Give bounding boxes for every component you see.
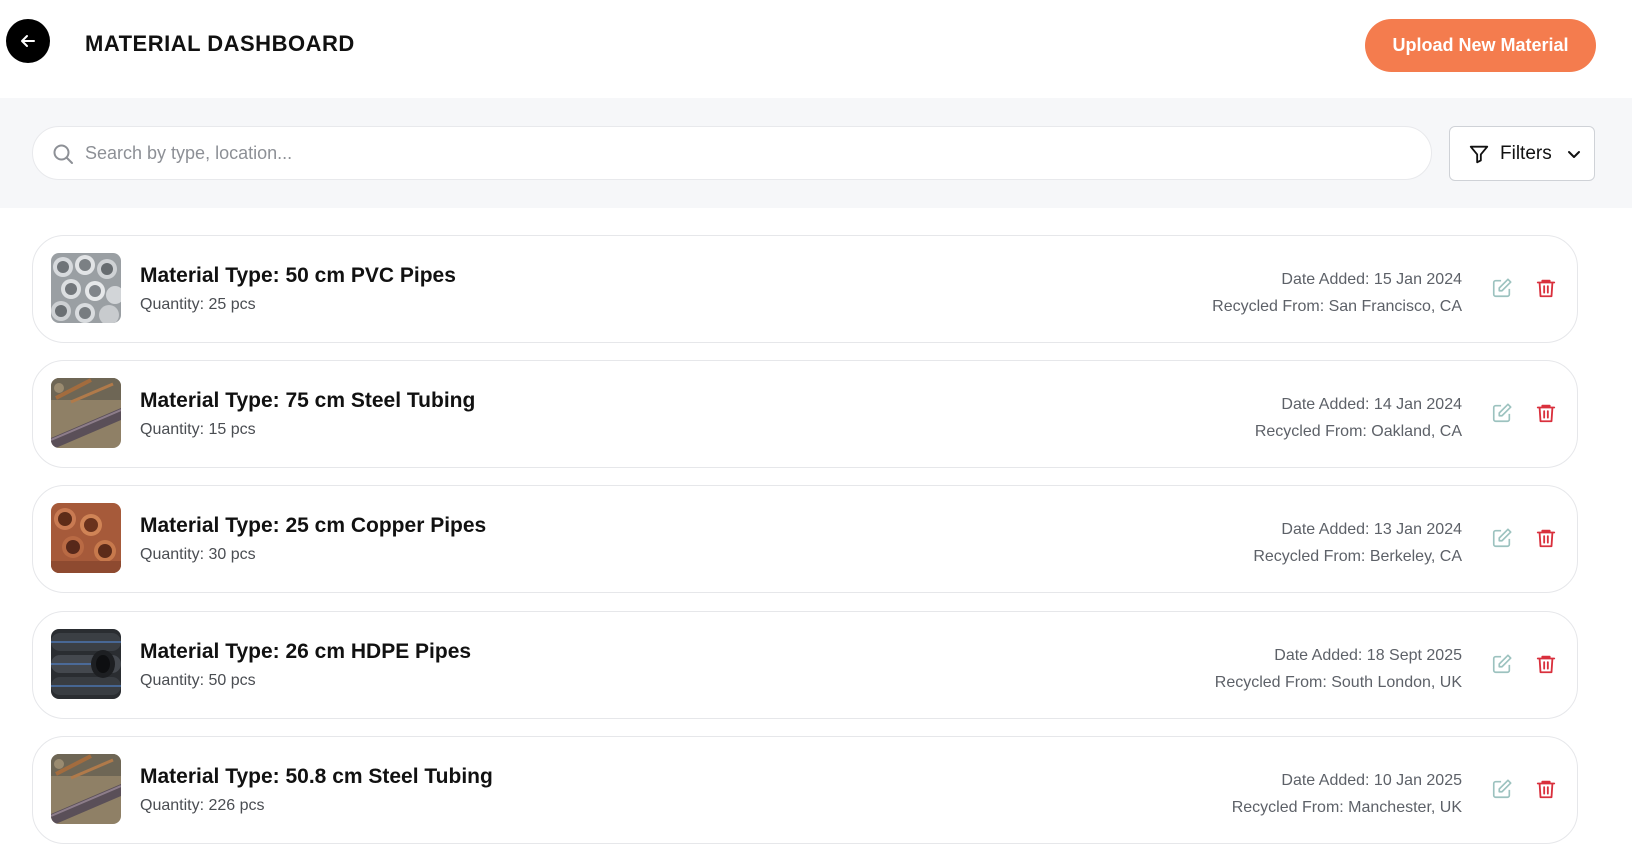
material-thumbnail [51,503,121,573]
material-quantity: Quantity: 226 pcs [140,797,265,814]
steel-tubing-image [51,378,121,448]
edit-icon[interactable] [1491,277,1513,299]
material-card[interactable]: Material Type: 26 cm HDPE Pipes Quantity… [32,611,1578,719]
trash-icon[interactable] [1535,653,1557,675]
trash-icon[interactable] [1535,277,1557,299]
edit-icon[interactable] [1491,778,1513,800]
date-added: Date Added: 13 Jan 2024 [1281,521,1462,538]
material-type: Material Type: 50 cm PVC Pipes [140,264,456,287]
search-input[interactable] [85,127,1405,179]
chevron-down-icon [1568,151,1580,158]
filter-icon [1469,145,1489,164]
material-thumbnail [51,253,121,323]
material-meta: Date Added: 10 Jan 2025 Recycled From: M… [1232,767,1462,821]
material-type: Material Type: 26 cm HDPE Pipes [140,640,472,663]
trash-icon[interactable] [1535,778,1557,800]
steel-tubing-image [51,754,121,824]
recycled-from: Recycled From: San Francisco, CA [1212,298,1462,315]
pvc-pipes-image [51,253,121,323]
date-added: Date Added: 14 Jan 2024 [1281,396,1462,413]
recycled-from: Recycled From: Oakland, CA [1254,423,1462,440]
recycled-from: Recycled From: South London, UK [1214,674,1462,691]
material-meta: Date Added: 14 Jan 2024 Recycled From: O… [1255,391,1462,445]
material-quantity: Quantity: 50 pcs [140,672,256,689]
search-bar[interactable] [32,126,1432,180]
page-title: MATERIAL DASHBOARD [85,31,355,56]
material-card[interactable]: Material Type: 75 cm Steel Tubing Quanti… [32,360,1578,468]
date-added: Date Added: 10 Jan 2025 [1281,772,1462,789]
search-icon [53,144,73,164]
hdpe-pipes-image [51,629,121,699]
material-type: Material Type: 75 cm Steel Tubing [140,389,476,412]
date-added: Date Added: 18 Sept 2025 [1274,647,1462,664]
material-card[interactable]: Material Type: 50 cm PVC Pipes Quantity:… [32,235,1578,343]
edit-icon[interactable] [1491,527,1513,549]
material-meta: Date Added: 18 Sept 2025 Recycled From: … [1215,642,1462,696]
back-button[interactable] [6,19,50,63]
upload-new-material-button[interactable]: Upload New Material [1365,19,1596,72]
material-card[interactable]: Material Type: 25 cm Copper Pipes Quanti… [32,485,1578,593]
date-added: Date Added: 15 Jan 2024 [1281,271,1462,288]
material-thumbnail [51,629,121,699]
filters-label: Filters [1500,143,1552,164]
app-header: MATERIAL DASHBOARD Upload New Material [0,0,1632,98]
recycled-from: Recycled From: Berkeley, CA [1253,548,1462,565]
trash-icon[interactable] [1535,402,1557,424]
material-quantity: Quantity: 15 pcs [140,421,256,438]
filters-button[interactable]: Filters [1449,126,1595,181]
material-card[interactable]: Material Type: 50.8 cm Steel Tubing Quan… [32,736,1578,844]
recycled-from: Recycled From: Manchester, UK [1231,799,1462,816]
material-meta: Date Added: 15 Jan 2024 Recycled From: S… [1212,266,1462,320]
search-toolbar: Filters [0,98,1632,208]
material-list: Material Type: 50 cm PVC Pipes Quantity:… [0,208,1632,844]
copper-pipes-image [51,503,121,573]
material-quantity: Quantity: 30 pcs [140,546,256,563]
material-type: Material Type: 25 cm Copper Pipes [140,514,487,537]
material-type: Material Type: 50.8 cm Steel Tubing [140,765,493,788]
edit-icon[interactable] [1491,402,1513,424]
trash-icon[interactable] [1535,527,1557,549]
material-meta: Date Added: 13 Jan 2024 Recycled From: B… [1253,516,1462,570]
material-quantity: Quantity: 25 pcs [140,296,256,313]
edit-icon[interactable] [1491,653,1513,675]
material-thumbnail [51,378,121,448]
arrow-left-icon [21,35,35,47]
material-thumbnail [51,754,121,824]
